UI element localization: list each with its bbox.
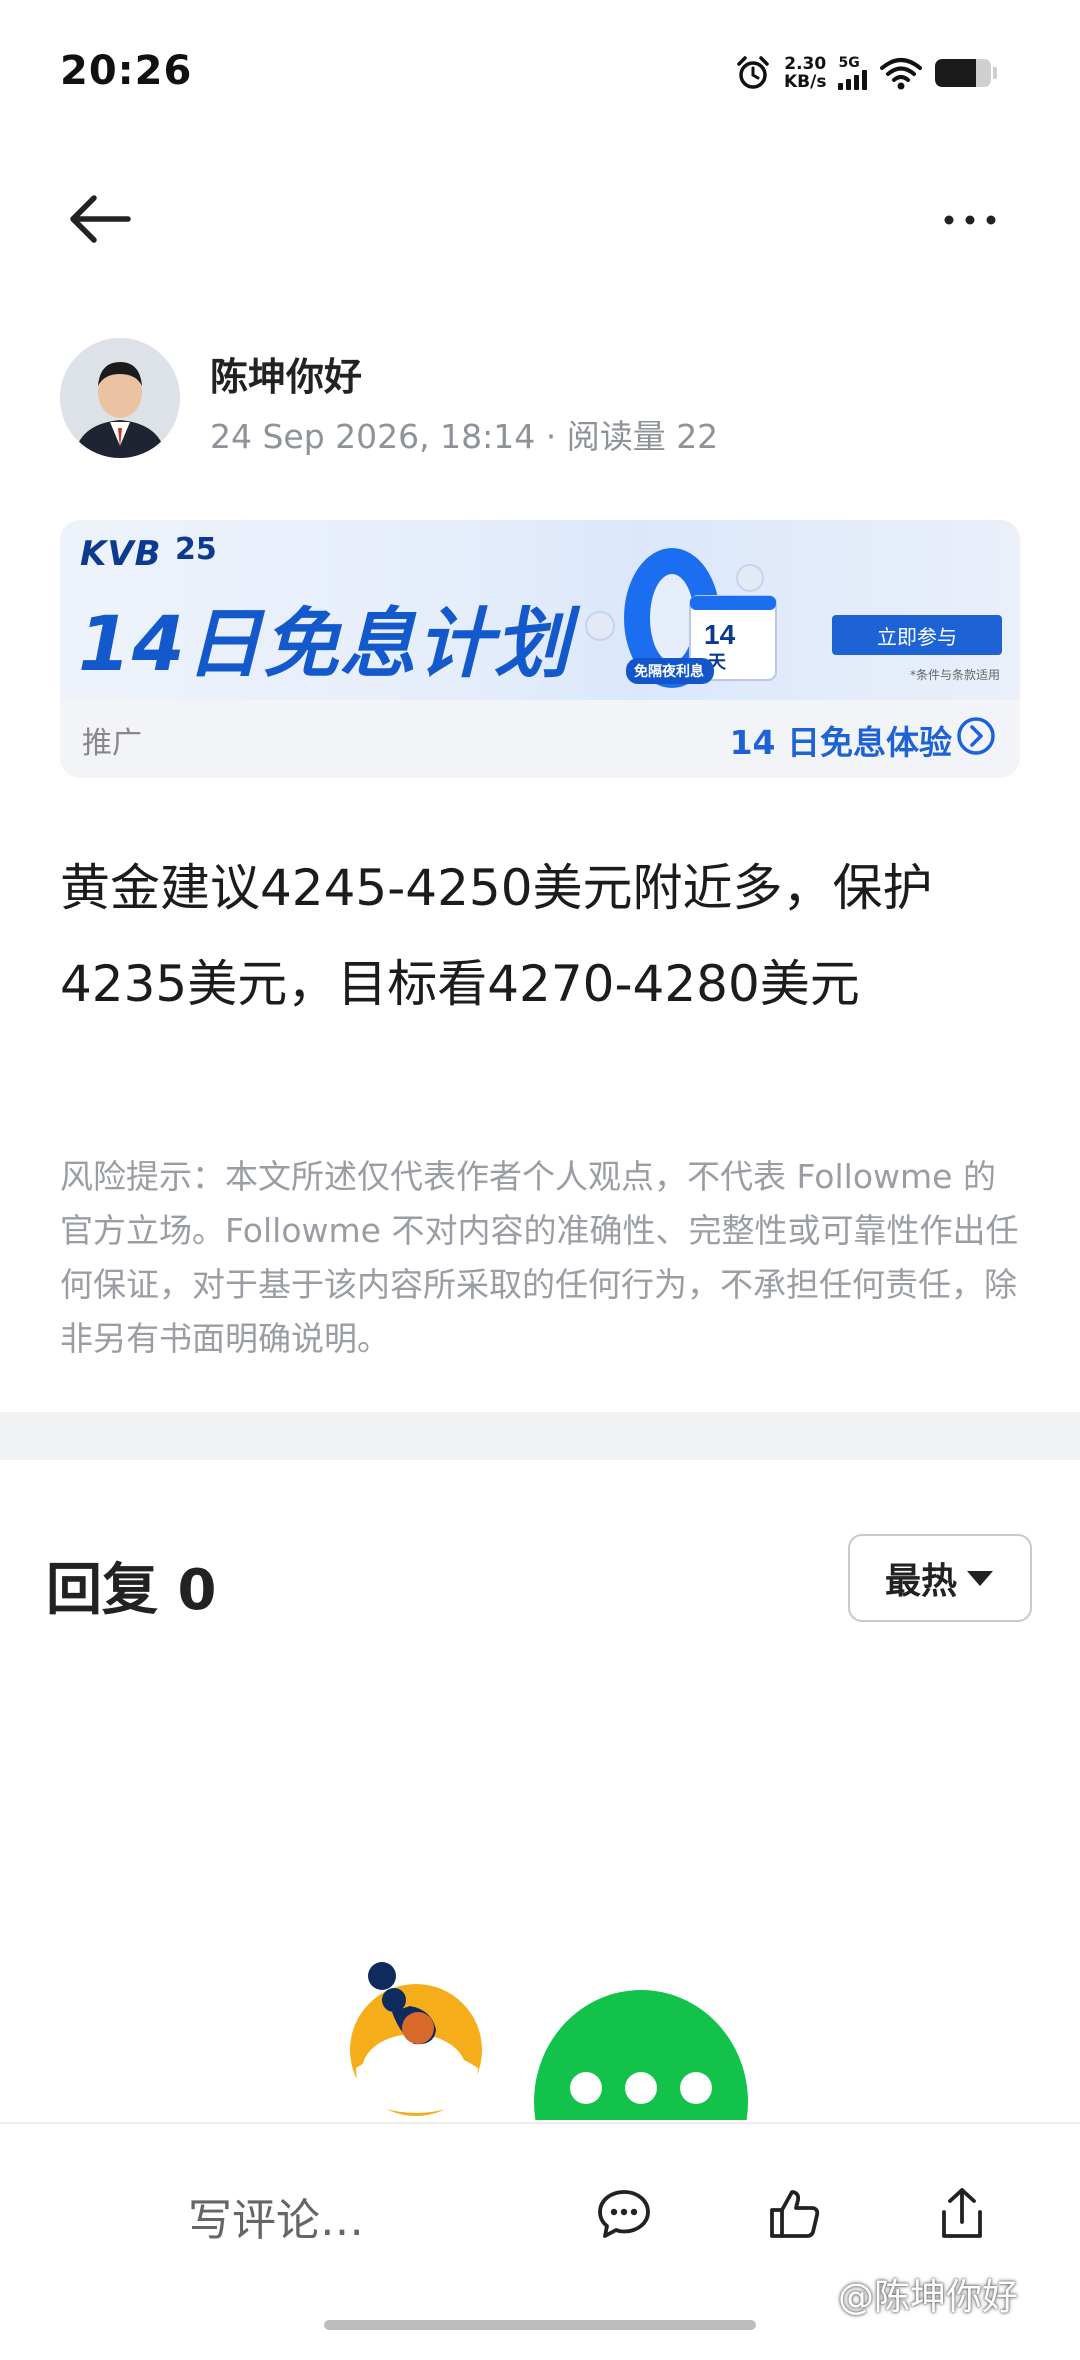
promo-headline: 14日免息计划 (78, 599, 571, 688)
promo-badge-label: 免隔夜利息 (634, 663, 704, 680)
wifi-icon (880, 58, 923, 90)
promo-terms: *条件与条款适用 (910, 668, 1001, 682)
chevron-right-circle-icon[interactable] (956, 716, 996, 756)
promo-label: 推广 (82, 726, 142, 761)
more-button[interactable] (930, 190, 1010, 250)
back-button[interactable] (62, 184, 142, 254)
zero-interest-graphic: 14 天 免隔夜利息 (585, 548, 777, 688)
character-sticker[interactable] (344, 1958, 486, 2118)
network-speed-unit: KB/s (784, 72, 827, 92)
brand-logo: KVB (80, 534, 162, 574)
replies-title: 回复 0 (46, 1558, 217, 1623)
promo-banner[interactable]: KVB 25 14日免息计划 14 天 免隔夜利息 立即参与 *条件与条款适用 … (60, 520, 1020, 778)
signal-icon (838, 70, 868, 90)
section-divider (0, 1412, 1080, 1460)
post-body: 黄金建议4245-4250美元附近多，保护4235美元，目标看4270-4280… (60, 859, 933, 1013)
network-speed: 2.30 KB/s (784, 55, 826, 91)
share-icon[interactable] (932, 2184, 992, 2244)
promo-link[interactable]: 14 日免息体验 (730, 716, 952, 764)
alarm-icon (737, 56, 769, 89)
comment-icon[interactable] (594, 2184, 654, 2244)
arrow-left-icon (70, 195, 131, 243)
status-time: 20:26 (60, 48, 193, 94)
brand-years: 25 (175, 532, 217, 567)
signal-indicator: 5G (838, 55, 868, 90)
battery-icon (935, 59, 992, 87)
network-speed-value: 2.30 (784, 54, 827, 74)
comment-input[interactable]: 写评论… (188, 2184, 364, 2248)
post-meta: 24 Sep 2026, 18:14 · 阅读量 22 (210, 417, 719, 456)
status-icons: 2.30 KB/s 5G (734, 50, 998, 96)
chat-bubble-sticker[interactable] (534, 1990, 748, 2120)
watermark: @陈坤你好 (838, 2277, 1019, 2318)
network-type: 5G (838, 55, 860, 71)
author-avatar[interactable] (60, 338, 180, 458)
promo-image[interactable]: KVB 25 14日免息计划 14 天 免隔夜利息 立即参与 *条件与条款适用 (60, 520, 1020, 700)
promo-badge-day: 14 (704, 619, 736, 650)
like-icon[interactable] (764, 2184, 824, 2244)
more-dots-icon (944, 215, 996, 225)
author-name[interactable]: 陈坤你好 (210, 346, 362, 401)
sort-label: 最热 (884, 1561, 957, 1602)
sort-dropdown[interactable]: 最热 (848, 1534, 1032, 1622)
battery-cap (993, 67, 998, 79)
caret-down-icon (967, 1571, 993, 1586)
home-indicator[interactable] (324, 2320, 756, 2330)
promo-cta-button[interactable]: 立即参与 (832, 615, 1002, 655)
battery-level (935, 59, 976, 87)
person-avatar-icon (60, 338, 180, 458)
risk-disclaimer: 风险提示：本文所述仅代表作者个人观点，不代表 Followme 的官方立场。Fo… (60, 1157, 1019, 1358)
